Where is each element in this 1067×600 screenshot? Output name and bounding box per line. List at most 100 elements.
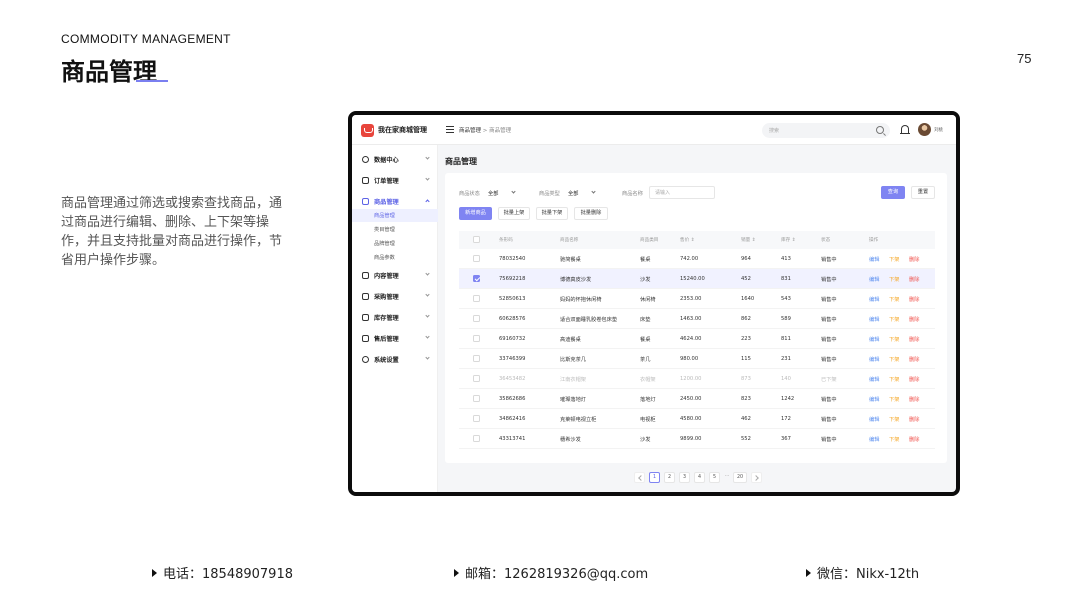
shelf-down-link[interactable]: 下架 bbox=[889, 356, 899, 363]
filter-name-input[interactable] bbox=[655, 188, 711, 197]
breadcrumb-root[interactable]: 商品管理 bbox=[459, 128, 481, 134]
shelf-down-link[interactable]: 下架 bbox=[889, 396, 899, 403]
row-checkbox[interactable] bbox=[473, 315, 480, 322]
shelf-down-link[interactable]: 下架 bbox=[889, 296, 899, 303]
page-button[interactable]: 2 bbox=[664, 472, 675, 483]
table-row[interactable]: 35862686 璀璨落地灯 落地灯 2450.00 823 1242 销售中 编辑 下架 删除 bbox=[459, 389, 935, 409]
sidebar-subitem-goods[interactable]: 商品管理 bbox=[352, 209, 438, 222]
global-search-input[interactable] bbox=[769, 125, 869, 136]
row-checkbox[interactable] bbox=[473, 375, 480, 382]
row-checkbox[interactable] bbox=[473, 335, 480, 342]
table-row[interactable]: 52850613 妈妈的怀抱休闲椅 休闲椅 2353.00 1640 543 销售中 编辑 下架… bbox=[459, 289, 935, 309]
shelf-down-link[interactable]: 下架 bbox=[889, 256, 899, 263]
chevron-down-icon[interactable] bbox=[511, 189, 516, 194]
page-button[interactable]: 1 bbox=[649, 472, 660, 483]
table-row[interactable]: 78032540 驰简餐桌 餐桌 742.00 964 413 销售中 编辑 下架 删除 bbox=[459, 249, 935, 269]
next-page-icon[interactable] bbox=[751, 472, 762, 483]
shelf-down-link[interactable]: 下架 bbox=[889, 376, 899, 383]
table-row[interactable]: 60628576 适合双面睡乳胶卷包床垫 床垫 1463.00 862 589 销售中 编辑 下… bbox=[459, 309, 935, 329]
row-checkbox[interactable] bbox=[473, 255, 480, 262]
user-name[interactable]: 刘桃 bbox=[934, 127, 943, 133]
sidebar-item-content[interactable]: 内容管理 bbox=[352, 269, 438, 283]
page-button[interactable]: 4 bbox=[694, 472, 705, 483]
edit-link[interactable]: 编辑 bbox=[869, 396, 879, 403]
delete-link[interactable]: 删除 bbox=[909, 396, 919, 403]
prev-page-icon[interactable] bbox=[634, 472, 645, 483]
edit-link[interactable]: 编辑 bbox=[869, 376, 879, 383]
batch-shelf-down-button[interactable]: 批量下架 bbox=[536, 207, 568, 220]
sidebar-item-data-center[interactable]: 数据中心 bbox=[352, 153, 438, 167]
sidebar-item-purchase[interactable]: 采购管理 bbox=[352, 290, 438, 304]
menu-toggle-icon[interactable] bbox=[446, 126, 454, 133]
delete-link[interactable]: 删除 bbox=[909, 256, 919, 263]
edit-link[interactable]: 编辑 bbox=[869, 256, 879, 263]
bell-icon[interactable] bbox=[900, 125, 910, 134]
row-checkbox[interactable] bbox=[473, 355, 480, 362]
row-checkbox[interactable] bbox=[473, 295, 480, 302]
cell-category: 餐桌 bbox=[640, 257, 651, 263]
batch-delete-button[interactable]: 批量删除 bbox=[574, 207, 608, 220]
column-header-price[interactable]: 售价 ⇕ bbox=[680, 237, 695, 243]
row-checkbox[interactable] bbox=[473, 415, 480, 422]
sidebar-item-after-sale[interactable]: 售后管理 bbox=[352, 332, 438, 346]
edit-link[interactable]: 编辑 bbox=[869, 276, 879, 283]
reset-button[interactable]: 重置 bbox=[911, 186, 935, 199]
page-button[interactable]: 5 bbox=[709, 472, 720, 483]
delete-link[interactable]: 删除 bbox=[909, 296, 919, 303]
sidebar-subitem-category[interactable]: 类目管理 bbox=[352, 223, 438, 236]
filter-name-label[interactable]: 商品名称 bbox=[622, 190, 643, 197]
filter-name-field[interactable] bbox=[649, 186, 715, 199]
chevron-down-icon[interactable] bbox=[591, 189, 596, 194]
shelf-down-link[interactable]: 下架 bbox=[889, 436, 899, 443]
table-row[interactable]: 75692218 博德真皮沙发 沙发 15240.00 452 831 销售中 编辑 下架 删除 bbox=[459, 269, 935, 289]
table-row[interactable]: 69160732 高迪餐桌 餐桌 4624.00 223 811 销售中 编辑 下架 删除 bbox=[459, 329, 935, 349]
filter-status-select[interactable]: 全部 bbox=[488, 190, 498, 197]
shelf-down-link[interactable]: 下架 bbox=[889, 276, 899, 283]
add-goods-button[interactable]: 新增商品 bbox=[459, 207, 492, 220]
sidebar-subitem-brand[interactable]: 品牌管理 bbox=[352, 237, 438, 250]
sidebar-item-settings[interactable]: 系统设置 bbox=[352, 353, 438, 367]
cell-price: 9899.00 bbox=[680, 436, 702, 442]
delete-link[interactable]: 删除 bbox=[909, 276, 919, 283]
sidebar-subitem-params[interactable]: 商品参数 bbox=[352, 251, 438, 264]
sidebar-item-goods[interactable]: 商品管理 bbox=[352, 195, 438, 209]
shelf-down-link[interactable]: 下架 bbox=[889, 416, 899, 423]
filter-type-select[interactable]: 全部 bbox=[568, 190, 578, 197]
edit-link[interactable]: 编辑 bbox=[869, 296, 879, 303]
table-row[interactable]: 36453482 江南衣帽架 衣帽架 1200.00 873 140 已下架 编辑 下架 删除 bbox=[459, 369, 935, 389]
batch-shelf-up-button[interactable]: 批量上架 bbox=[498, 207, 530, 220]
delete-link[interactable]: 删除 bbox=[909, 336, 919, 343]
row-checkbox[interactable] bbox=[473, 395, 480, 402]
delete-link[interactable]: 删除 bbox=[909, 376, 919, 383]
column-header-sales[interactable]: 销量 ⇕ bbox=[741, 237, 756, 243]
edit-link[interactable]: 编辑 bbox=[869, 416, 879, 423]
table-row[interactable]: 33746399 比斯克茶几 茶几 980.00 115 231 销售中 编辑 下架 删除 bbox=[459, 349, 935, 369]
delete-link[interactable]: 删除 bbox=[909, 436, 919, 443]
query-button[interactable]: 查询 bbox=[881, 186, 905, 199]
page-button[interactable]: 3 bbox=[679, 472, 690, 483]
table-row[interactable]: 34862416 克莱顿电视立柜 电视柜 4580.00 462 172 销售中 编辑 下架 删除 bbox=[459, 409, 935, 429]
search-icon[interactable] bbox=[876, 126, 884, 134]
avatar[interactable] bbox=[918, 123, 931, 136]
global-search[interactable] bbox=[762, 123, 890, 138]
delete-link[interactable]: 删除 bbox=[909, 316, 919, 323]
table-row[interactable]: 43313741 穗希沙发 沙发 9899.00 552 367 销售中 编辑 下架 删除 bbox=[459, 429, 935, 449]
edit-link[interactable]: 编辑 bbox=[869, 436, 879, 443]
delete-link[interactable]: 删除 bbox=[909, 416, 919, 423]
shelf-down-link[interactable]: 下架 bbox=[889, 336, 899, 343]
page-button-last[interactable]: 20 bbox=[733, 472, 747, 483]
sidebar-item-orders[interactable]: 订单管理 bbox=[352, 174, 438, 188]
column-header-stock[interactable]: 库存 ⇕ bbox=[781, 237, 796, 243]
edit-link[interactable]: 编辑 bbox=[869, 316, 879, 323]
row-checkbox[interactable] bbox=[473, 435, 480, 442]
row-checkbox[interactable] bbox=[473, 275, 480, 282]
chevron-down-icon bbox=[425, 355, 430, 360]
select-all-checkbox[interactable] bbox=[473, 236, 480, 243]
sidebar-item-stock[interactable]: 库存管理 bbox=[352, 311, 438, 325]
cell-price: 2353.00 bbox=[680, 296, 702, 302]
edit-link[interactable]: 编辑 bbox=[869, 336, 879, 343]
edit-link[interactable]: 编辑 bbox=[869, 356, 879, 363]
delete-link[interactable]: 删除 bbox=[909, 356, 919, 363]
cell-sales: 552 bbox=[741, 436, 751, 442]
shelf-down-link[interactable]: 下架 bbox=[889, 316, 899, 323]
